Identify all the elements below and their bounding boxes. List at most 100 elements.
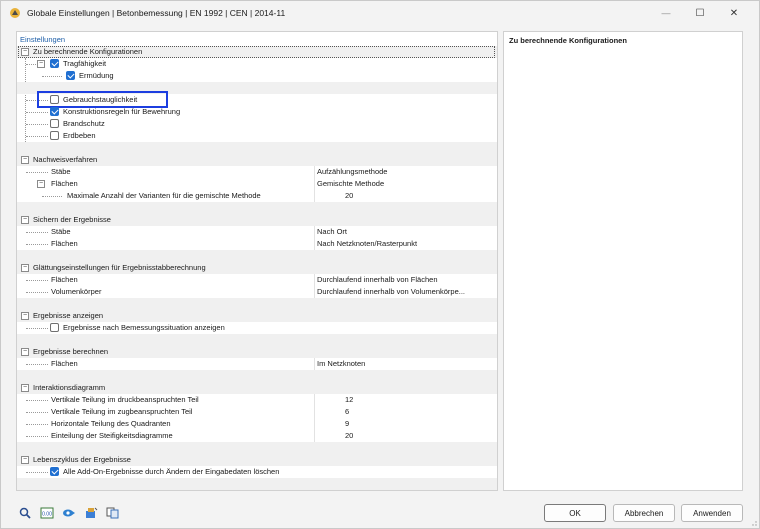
tree-connector <box>26 112 48 113</box>
node-label: Nachweisverfahren <box>33 155 98 164</box>
tree-node-ermuedung[interactable]: Ermüdung <box>17 70 497 82</box>
node-value[interactable]: Durchlaufend innerhalb von Volumenkörpe.… <box>317 287 465 297</box>
spacer <box>17 298 497 310</box>
node-value[interactable]: Im Netzknoten <box>317 359 365 369</box>
node-label: Glättungseinstellungen für Ergebnisstabb… <box>33 263 206 272</box>
close-button[interactable]: ✕ <box>719 4 749 22</box>
cancel-button[interactable]: Abbrechen <box>613 504 675 522</box>
maximize-button[interactable]: ☐ <box>685 4 715 22</box>
tree-node-gebrauchstauglichkeit[interactable]: Gebrauchstauglichkeit <box>17 94 497 106</box>
collapse-icon[interactable]: − <box>37 180 45 188</box>
konstruktionsregeln-checkbox[interactable] <box>50 107 59 116</box>
node-label: Stäbe <box>51 227 71 236</box>
units-button[interactable]: 0.00 <box>38 505 56 521</box>
node-value[interactable]: Aufzählungsmethode <box>317 167 387 177</box>
window-title: Globale Einstellungen | Betonbemessung |… <box>27 8 286 18</box>
node-label: Alle Add-On-Ergebnisse durch Ändern der … <box>63 467 280 476</box>
tree-node-interaktion-1[interactable]: Vertikale Teilung im druckbeanspruchten … <box>17 394 497 406</box>
node-value[interactable]: 6 <box>345 407 349 417</box>
tree-connector <box>26 328 48 329</box>
view-button[interactable] <box>60 505 78 521</box>
tree-node-berechnen[interactable]: − Ergebnisse berechnen <box>17 346 497 358</box>
settings-section-label: Einstellungen <box>20 35 66 44</box>
tree-node-glaettung[interactable]: − Glättungseinstellungen für Ergebnissta… <box>17 262 497 274</box>
bemessungssituation-checkbox[interactable] <box>50 323 59 332</box>
tree-node-nachweisverfahren[interactable]: − Nachweisverfahren <box>17 154 497 166</box>
node-value[interactable]: 12 <box>345 395 353 405</box>
tree-node-nachweis-staebe[interactable]: Stäbe Aufzählungsmethode <box>17 166 497 178</box>
description-title: Zu berechnende Konfigurationen <box>509 36 627 45</box>
node-label: Stäbe <box>51 167 71 176</box>
copy-button[interactable] <box>104 505 122 521</box>
node-value[interactable]: Nach Ort <box>317 227 347 237</box>
tree-node-anzeigen-bemessung[interactable]: Ergebnisse nach Bemessungssituation anze… <box>17 322 497 334</box>
minimize-button[interactable]: — <box>651 4 681 22</box>
ergebnisse-loeschen-checkbox[interactable] <box>50 467 59 476</box>
save-icon <box>86 507 98 518</box>
ermuedung-checkbox[interactable] <box>66 71 75 80</box>
tree-connector <box>42 196 62 197</box>
node-value[interactable]: Gemischte Methode <box>317 179 384 189</box>
column-separator <box>314 394 315 406</box>
tree-node-lebenszyklus[interactable]: − Lebenszyklus der Ergebnisse <box>17 454 497 466</box>
collapse-icon[interactable]: − <box>21 48 29 56</box>
tragfaehigkeit-checkbox[interactable] <box>50 59 59 68</box>
node-label: Interaktionsdiagramm <box>33 383 106 392</box>
tree-node-max-varianten[interactable]: Maximale Anzahl der Varianten für die ge… <box>17 190 497 202</box>
apply-button[interactable]: Anwenden <box>681 504 743 522</box>
column-separator <box>314 286 315 298</box>
collapse-icon[interactable]: − <box>21 312 29 320</box>
tree-node-interaktion-2[interactable]: Vertikale Teilung im zugbeanspruchten Te… <box>17 406 497 418</box>
tree-node-erdbeben[interactable]: Erdbeben <box>17 130 497 142</box>
search-button[interactable] <box>16 505 34 521</box>
tree-node-sichern-flaechen[interactable]: Flächen Nach Netzknoten/Rasterpunkt <box>17 238 497 250</box>
spacer <box>17 370 497 382</box>
column-separator <box>314 406 315 418</box>
tree-connector <box>42 76 62 77</box>
collapse-icon[interactable]: − <box>21 348 29 356</box>
collapse-icon[interactable]: − <box>21 264 29 272</box>
ok-button[interactable]: OK <box>544 504 606 522</box>
node-label: Ergebnisse anzeigen <box>33 311 104 320</box>
node-value[interactable]: 9 <box>345 419 349 429</box>
collapse-icon[interactable]: − <box>21 384 29 392</box>
node-value[interactable]: 20 <box>345 191 353 201</box>
tree-node-glaettung-volumen[interactable]: Volumenkörper Durchlaufend innerhalb von… <box>17 286 497 298</box>
tree-node-interaktion[interactable]: − Interaktionsdiagramm <box>17 382 497 394</box>
brandschutz-checkbox[interactable] <box>50 119 59 128</box>
node-value[interactable]: 20 <box>345 431 353 441</box>
node-value[interactable]: Durchlaufend innerhalb von Flächen <box>317 275 438 285</box>
node-label: Vertikale Teilung im druckbeanspruchten … <box>51 395 199 404</box>
tree-node-konstruktionsregeln[interactable]: Konstruktionsregeln für Bewehrung <box>17 106 497 118</box>
save-button[interactable] <box>82 505 100 521</box>
tree-node-nachweis-flaechen[interactable]: − Flächen Gemischte Methode <box>17 178 497 190</box>
spacer <box>17 250 497 262</box>
tree-node-berechnen-flaechen[interactable]: Flächen Im Netzknoten <box>17 358 497 370</box>
tree-node-brandschutz[interactable]: Brandschutz <box>17 118 497 130</box>
collapse-icon[interactable]: − <box>21 156 29 164</box>
bottom-toolbar: 0.00 <box>16 505 122 523</box>
erdbeben-checkbox[interactable] <box>50 131 59 140</box>
resize-grip-icon[interactable] <box>749 518 757 526</box>
tree-node-glaettung-flaechen[interactable]: Flächen Durchlaufend innerhalb von Fläch… <box>17 274 497 286</box>
collapse-icon[interactable]: − <box>37 60 45 68</box>
tree-node-sichern-staebe[interactable]: Stäbe Nach Ort <box>17 226 497 238</box>
tree-node-interaktion-4[interactable]: Einteilung der Steifigkeitsdiagramme 20 <box>17 430 497 442</box>
node-label: Sichern der Ergebnisse <box>33 215 111 224</box>
tree-node-interaktion-3[interactable]: Horizontale Teilung des Quadranten 9 <box>17 418 497 430</box>
maximize-icon: ☐ <box>695 7 705 19</box>
node-label: Lebenszyklus der Ergebnisse <box>33 455 131 464</box>
tree-node-lebenszyklus-loeschen[interactable]: Alle Add-On-Ergebnisse durch Ändern der … <box>17 466 497 478</box>
collapse-icon[interactable]: − <box>21 216 29 224</box>
gebrauchstauglichkeit-checkbox[interactable] <box>50 95 59 104</box>
tree-node-sichern[interactable]: − Sichern der Ergebnisse <box>17 214 497 226</box>
tree-node-konfigurationen[interactable]: − Zu berechnende Konfigurationen <box>17 46 497 58</box>
tree-node-tragfaehigkeit[interactable]: − Tragfähigkeit <box>17 58 497 70</box>
tree-connector <box>26 364 48 365</box>
tree-connector <box>26 172 48 173</box>
node-label: Einteilung der Steifigkeitsdiagramme <box>51 431 173 440</box>
collapse-icon[interactable]: − <box>21 456 29 464</box>
tree-node-anzeigen[interactable]: − Ergebnisse anzeigen <box>17 310 497 322</box>
node-value[interactable]: Nach Netzknoten/Rasterpunkt <box>317 239 417 249</box>
node-label: Konstruktionsregeln für Bewehrung <box>63 107 181 116</box>
